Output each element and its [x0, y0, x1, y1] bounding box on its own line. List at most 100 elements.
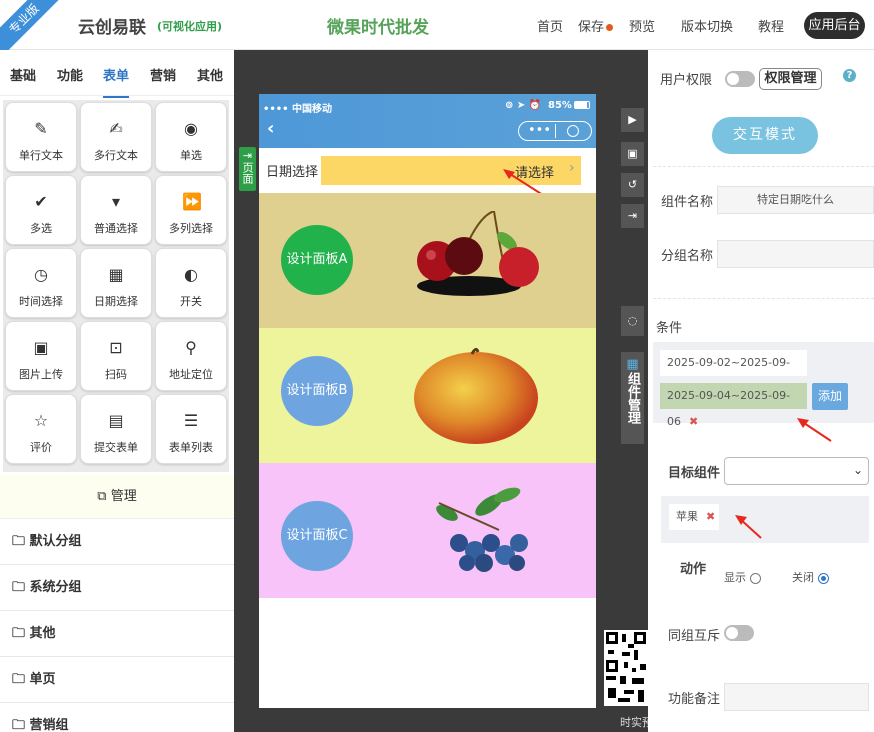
- close-mini-icon: [567, 125, 579, 137]
- nav-tutorial[interactable]: 教程: [758, 16, 784, 35]
- action-close-option[interactable]: 关闭: [792, 569, 829, 585]
- nav-home[interactable]: 首页: [537, 16, 563, 35]
- nav-preview[interactable]: 预览: [629, 16, 655, 35]
- tab-marketing[interactable]: 营销: [150, 65, 176, 84]
- nav-save[interactable]: 保存: [578, 16, 614, 35]
- component-label: 地址定位: [169, 368, 213, 381]
- chevron-down-icon: ⌄: [852, 463, 863, 477]
- caret-down-icon: ▾: [111, 192, 121, 211]
- user-permission-toggle[interactable]: [725, 71, 755, 87]
- play-icon: ▶: [628, 113, 637, 126]
- component-radio[interactable]: ◉ 单选: [155, 102, 227, 172]
- interaction-mode-button[interactable]: 交互模式: [712, 117, 818, 154]
- action-show-option[interactable]: 显示: [724, 569, 761, 585]
- battery-text: 85%: [548, 100, 572, 111]
- group-other[interactable]: 🗀 其他: [0, 611, 234, 657]
- group-default[interactable]: 🗀 默认分组: [0, 519, 234, 565]
- tab-function[interactable]: 功能: [57, 65, 83, 84]
- calendar-icon: ▦: [108, 265, 124, 284]
- group-system[interactable]: 🗀 系统分组: [0, 565, 234, 611]
- pencil-icon: ✎: [34, 119, 48, 138]
- action-label: 动作: [680, 562, 707, 577]
- show-radio[interactable]: [750, 572, 761, 584]
- status-icons: ⊚ ➤ ⏰: [505, 100, 542, 111]
- permission-manage-button[interactable]: 权限管理: [759, 68, 822, 90]
- component-label: 图片上传: [19, 368, 63, 381]
- group-marketing[interactable]: 🗀 营销组: [0, 703, 234, 732]
- mini-capsule[interactable]: •••: [518, 121, 592, 141]
- back-icon[interactable]: ‹: [267, 118, 274, 139]
- eye-slash-icon: ◌: [627, 314, 638, 327]
- page-side-tab[interactable]: ⇥ 页面: [239, 147, 256, 191]
- component-image[interactable]: ▣ 图片上传: [5, 321, 77, 391]
- visibility-button[interactable]: ◌: [621, 306, 644, 336]
- collapse-arrow-button[interactable]: ▶: [621, 108, 644, 132]
- folder-icon: 🗀: [12, 672, 26, 687]
- remove-icon[interactable]: ✖: [689, 415, 698, 428]
- check-circle-icon: ✔: [34, 192, 48, 211]
- component-caret-down[interactable]: ▾ 普通选择: [80, 175, 152, 245]
- component-tabs: 基础 功能 表单 营销 其他: [0, 50, 234, 98]
- group-label: 默认分组: [29, 534, 82, 549]
- group-name-input[interactable]: [717, 240, 874, 268]
- manage-button[interactable]: ⧉ 管理: [0, 475, 234, 519]
- condition-label: 条件: [656, 321, 683, 336]
- component-scan[interactable]: ⊡ 扫码: [80, 321, 152, 391]
- condition-chip-selected[interactable]: 2025-09-04~2025-09-06 ✖: [660, 383, 807, 428]
- login-button[interactable]: ⇥: [621, 204, 644, 228]
- component-label: 扫码: [105, 368, 127, 381]
- nav-version-switch[interactable]: 版本切换: [681, 16, 733, 35]
- component-toggle[interactable]: ◐ 开关: [155, 248, 227, 318]
- component-label: 开关: [180, 295, 202, 308]
- image-tool-button[interactable]: ▣: [621, 142, 644, 166]
- design-panel-c[interactable]: 设计面板C: [259, 463, 596, 598]
- target-chip[interactable]: 苹果 ✖: [669, 504, 719, 530]
- close-radio[interactable]: [818, 572, 829, 584]
- image-icon: ▣: [33, 338, 49, 357]
- qr-image: [604, 630, 648, 706]
- component-label: 评价: [30, 441, 52, 454]
- condition-chip[interactable]: 2025-09-02~2025-09-02✖: [660, 350, 807, 395]
- note-input[interactable]: [724, 683, 869, 711]
- target-component-label: 目标组件: [668, 466, 721, 481]
- component-manager-tab[interactable]: ▦ 组件管理: [621, 352, 644, 444]
- component-name-input[interactable]: 特定日期吃什么: [717, 186, 874, 214]
- component-star[interactable]: ☆ 评价: [5, 394, 77, 464]
- component-label: 多行文本: [94, 149, 138, 162]
- component-label: 单选: [180, 149, 202, 162]
- remove-icon[interactable]: ✖: [706, 510, 715, 523]
- design-panel-a[interactable]: 设计面板A: [259, 193, 596, 328]
- component-edit[interactable]: ✍ 多行文本: [80, 102, 152, 172]
- component-check-circle[interactable]: ✔ 多选: [5, 175, 77, 245]
- divider: [653, 298, 874, 299]
- mutex-toggle[interactable]: [724, 625, 754, 641]
- brand-subtitle: (可视化应用): [157, 20, 223, 33]
- tab-basic[interactable]: 基础: [10, 65, 36, 84]
- battery-icon: [574, 101, 590, 109]
- toggle-icon: ◐: [184, 265, 198, 284]
- component-list[interactable]: ☰ 表单列表: [155, 394, 227, 464]
- component-pencil[interactable]: ✎ 单行文本: [5, 102, 77, 172]
- admin-button[interactable]: 应用后台: [804, 12, 865, 39]
- tab-other[interactable]: 其他: [197, 65, 223, 84]
- group-label: 其他: [29, 626, 56, 641]
- add-condition-button[interactable]: 添加: [812, 383, 848, 410]
- component-location[interactable]: ⚲ 地址定位: [155, 321, 227, 391]
- folder-icon: 🗀: [12, 580, 26, 595]
- help-icon[interactable]: ?: [843, 69, 856, 82]
- history-button[interactable]: ↺: [621, 173, 644, 197]
- cherries-image: [417, 211, 539, 296]
- component-fast-forward[interactable]: ⏩ 多列选择: [155, 175, 227, 245]
- grid-icon: ▦: [626, 357, 639, 372]
- tab-form[interactable]: 表单: [103, 65, 130, 98]
- component-clock[interactable]: ◷ 时间选择: [5, 248, 77, 318]
- component-calendar[interactable]: ▦ 日期选择: [80, 248, 152, 318]
- target-component-select[interactable]: ⌄: [724, 457, 869, 485]
- edit-icon: ✍: [109, 119, 123, 138]
- design-panel-b[interactable]: 设计面板B: [259, 328, 596, 463]
- group-single-page[interactable]: 🗀 单页: [0, 657, 234, 703]
- component-label: 多选: [30, 222, 52, 235]
- date-label: 日期选择: [266, 165, 319, 180]
- edition-ribbon-wrap: 专业版: [0, 0, 70, 50]
- component-save[interactable]: ▤ 提交表单: [80, 394, 152, 464]
